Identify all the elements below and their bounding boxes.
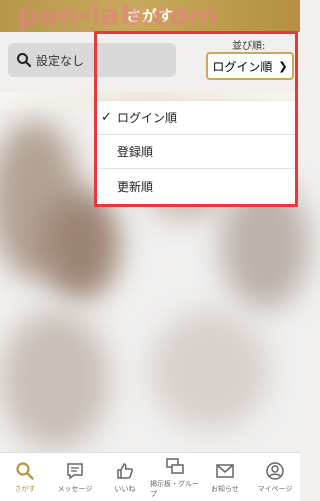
user-icon xyxy=(266,461,284,480)
message-icon xyxy=(67,462,83,479)
search-icon xyxy=(16,461,34,480)
tab-label: マイページ xyxy=(257,484,293,493)
tab-likes[interactable]: いいね xyxy=(100,453,150,501)
sort-option-updated[interactable]: 更新順 xyxy=(97,169,295,203)
search-icon xyxy=(17,53,32,68)
sort-option-label: ログイン順 xyxy=(117,111,178,125)
tab-notifications[interactable]: お知らせ xyxy=(200,453,250,501)
sort-select[interactable]: ログイン順 ❯ xyxy=(206,52,294,80)
search-filter-label: 設定なし xyxy=(36,53,85,68)
tab-messages[interactable]: メッセージ xyxy=(50,453,100,501)
app-header: pon-lab.com さがす xyxy=(0,0,300,32)
blurred-photo xyxy=(0,310,110,450)
sort-label: 並び順: xyxy=(232,41,266,52)
sort-dropdown: ✓ ログイン順 登録順 更新順 xyxy=(97,101,295,204)
bottom-tab-bar: さがす メッセージ いいね 掲示板・グループ お知らせ マイページ xyxy=(0,452,300,501)
tab-mypage[interactable]: マイページ xyxy=(250,453,300,501)
tab-search[interactable]: さがす xyxy=(0,453,50,501)
tab-board-group[interactable]: 掲示板・グループ xyxy=(150,453,200,501)
blurred-photo xyxy=(150,310,270,430)
sort-option-registered[interactable]: 登録順 xyxy=(97,135,295,169)
blurred-photo xyxy=(40,190,120,300)
chevron-down-icon: ❯ xyxy=(278,59,288,73)
watermark: pon-lab.com xyxy=(18,0,219,31)
checkmark-icon: ✓ xyxy=(101,110,112,125)
tab-label: メッセージ xyxy=(57,484,93,493)
sort-selected-value: ログイン順 xyxy=(212,59,273,74)
tab-label: お知らせ xyxy=(211,484,239,493)
tab-label: 掲示板・グループ xyxy=(150,479,199,498)
like-icon xyxy=(117,462,133,479)
mail-icon xyxy=(216,463,234,478)
board-icon xyxy=(166,457,184,474)
sort-option-label: 登録順 xyxy=(117,145,154,159)
sort-option-login[interactable]: ✓ ログイン順 xyxy=(97,101,295,135)
tab-label: いいね xyxy=(114,484,136,493)
sort-option-label: 更新順 xyxy=(117,179,154,194)
search-filter-button[interactable]: 設定なし xyxy=(8,43,176,77)
tab-label: さがす xyxy=(14,484,36,493)
